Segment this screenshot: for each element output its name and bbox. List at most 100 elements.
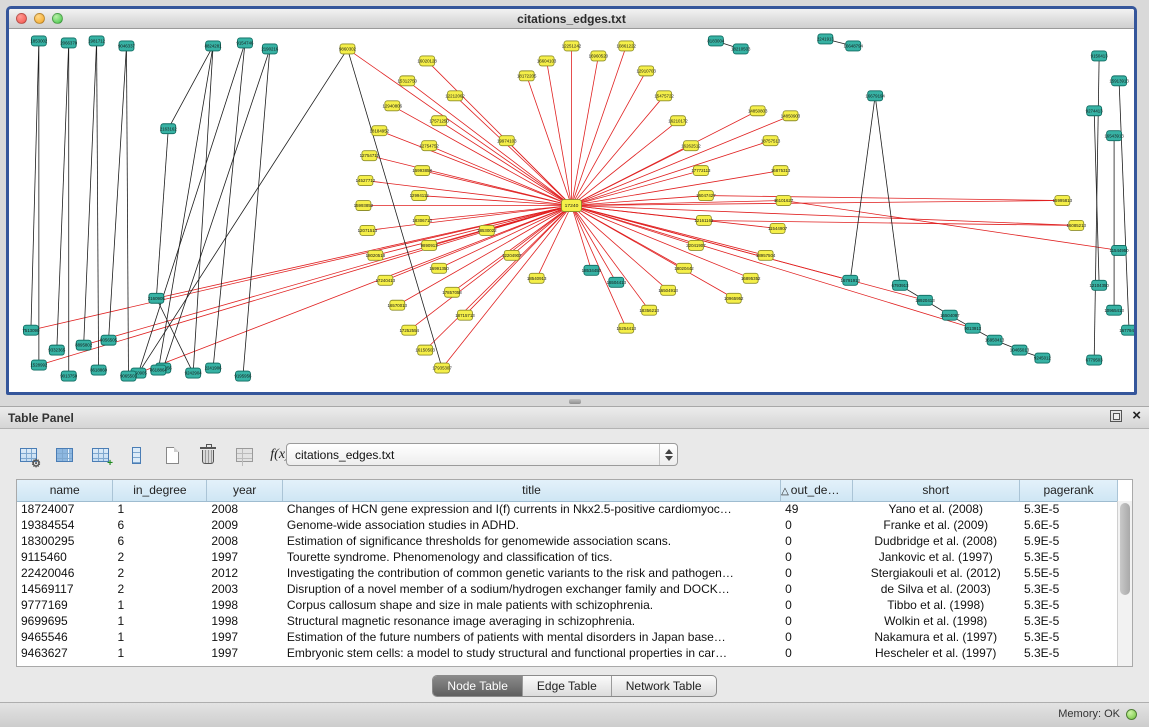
- graph-node[interactable]: 15475722: [654, 91, 674, 101]
- table-row[interactable]: 1872400712008Changes of HCN gene express…: [17, 501, 1118, 517]
- tab-network-table[interactable]: Network Table: [612, 676, 716, 696]
- graph-node[interactable]: 16085213: [1067, 220, 1087, 230]
- graph-node[interactable]: 17240413: [376, 275, 396, 285]
- graph-node[interactable]: 16991350: [429, 263, 449, 273]
- graph-node[interactable]: 17857058: [442, 287, 462, 297]
- graph-node[interactable]: 18540913: [527, 273, 547, 283]
- graph-node[interactable]: 6779503: [1086, 355, 1104, 365]
- graph-node[interactable]: 18920413: [915, 295, 935, 305]
- graph-node[interactable]: 9065503: [120, 371, 138, 381]
- graph-node[interactable]: 9890913: [421, 240, 439, 250]
- memory-ok-icon[interactable]: [1126, 709, 1137, 720]
- table-row[interactable]: 1830029562008Estimation of significance …: [17, 533, 1118, 549]
- graph-node[interactable]: 18184952: [370, 126, 390, 136]
- graph-node[interactable]: 18356213: [639, 305, 659, 315]
- graph-node[interactable]: 17935307: [432, 363, 452, 373]
- graph-node[interactable]: 16604103: [537, 56, 557, 66]
- graph-node[interactable]: 12212062: [445, 91, 465, 101]
- graph-node[interactable]: 12204907: [502, 250, 522, 260]
- graph-node[interactable]: 17772113: [691, 166, 711, 176]
- column-header-short[interactable]: short: [852, 480, 1019, 501]
- new-file-button[interactable]: [160, 443, 184, 467]
- graph-node[interactable]: 17240: [562, 200, 582, 212]
- graph-node[interactable]: 9274413: [1086, 106, 1104, 116]
- graph-node[interactable]: 8895802: [75, 340, 93, 350]
- graph-node[interactable]: 16570013: [388, 300, 408, 310]
- graph-node[interactable]: 19974103: [497, 136, 517, 146]
- graph-node[interactable]: 16150503: [415, 345, 435, 355]
- import-table-button[interactable]: [232, 443, 256, 467]
- table-row[interactable]: 2242004622012Investigating the contribut…: [17, 565, 1118, 581]
- graph-node[interactable]: 11544950: [1110, 245, 1130, 255]
- graph-node[interactable]: 18530022: [477, 225, 497, 235]
- graph-node[interactable]: 15913913: [1109, 76, 1129, 86]
- float-panel-icon[interactable]: [1110, 410, 1122, 422]
- graph-node[interactable]: 16504097: [940, 310, 960, 320]
- edit-table-button[interactable]: +: [88, 443, 112, 467]
- graph-node[interactable]: 14850903: [781, 111, 801, 121]
- graph-node[interactable]: 12071513: [358, 225, 378, 235]
- graph-node[interactable]: 2241913: [817, 34, 835, 44]
- graph-node[interactable]: 10465013: [1010, 345, 1030, 355]
- column-visibility-button[interactable]: [52, 443, 76, 467]
- graph-node[interactable]: 9154746: [236, 38, 254, 48]
- graph-node[interactable]: 16210172: [668, 116, 688, 126]
- graph-node[interactable]: 18210503: [731, 44, 751, 54]
- graph-node[interactable]: 9860302: [339, 44, 357, 54]
- graph-node[interactable]: 15993858: [412, 166, 432, 176]
- graph-node[interactable]: 14527712: [356, 176, 376, 186]
- graph-node[interactable]: 16504913: [658, 285, 678, 295]
- graph-node[interactable]: 16648794: [844, 41, 864, 51]
- close-panel-icon[interactable]: ×: [1132, 410, 1141, 422]
- tab-edge-table[interactable]: Edge Table: [523, 676, 612, 696]
- graph-node[interactable]: 16504413: [607, 277, 627, 287]
- column-header-out-de-[interactable]: △out_de…: [781, 480, 852, 501]
- graph-node[interactable]: 2163162: [160, 124, 178, 134]
- graph-node[interactable]: 2241906: [205, 363, 223, 373]
- graph-node[interactable]: 16779413: [1119, 325, 1134, 335]
- graph-node[interactable]: 16950413: [985, 335, 1005, 345]
- table-row[interactable]: 911546021997Tourette syndrome. Phenomeno…: [17, 549, 1118, 565]
- graph-node[interactable]: 12754712: [360, 151, 380, 161]
- graph-node[interactable]: 9242904: [185, 368, 203, 378]
- table-row[interactable]: 1938455462009Genome-wide association stu…: [17, 517, 1118, 533]
- graph-node[interactable]: 18020518: [366, 250, 386, 260]
- network-graph[interactable]: 1853002206637019817129046337882428191547…: [9, 29, 1134, 392]
- graph-node[interactable]: 9195956: [234, 371, 252, 381]
- graph-node[interactable]: 16875313: [771, 166, 791, 176]
- table-scrollbar[interactable]: [1117, 501, 1132, 666]
- graph-node[interactable]: 10965413: [1104, 305, 1124, 315]
- graph-node[interactable]: 16020128: [417, 56, 437, 66]
- graph-node[interactable]: 6793913: [892, 280, 910, 290]
- graph-node[interactable]: 2190216: [261, 44, 279, 54]
- graph-node[interactable]: 18757513: [761, 136, 781, 146]
- graph-node[interactable]: 12940806: [383, 101, 403, 111]
- graph-node[interactable]: 15312750: [398, 76, 418, 86]
- graph-node[interactable]: 15993852: [354, 201, 374, 211]
- graph-node[interactable]: 17571250: [429, 116, 449, 126]
- graph-node[interactable]: 12754752: [419, 141, 439, 151]
- graph-node[interactable]: 18306713: [412, 215, 432, 225]
- graph-node[interactable]: 9046337: [118, 41, 136, 51]
- graph-node[interactable]: 9013750: [60, 371, 78, 381]
- delete-button[interactable]: [196, 443, 220, 467]
- graph-node[interactable]: 15254413: [617, 323, 637, 333]
- graph-node[interactable]: 10861222: [617, 41, 637, 51]
- column-header-title[interactable]: title: [282, 480, 780, 501]
- graph-node[interactable]: 1528992: [30, 360, 48, 370]
- graph-node[interactable]: 12104350: [1089, 280, 1109, 290]
- graph-node[interactable]: 7513090: [22, 325, 40, 335]
- graph-node[interactable]: 12910703: [636, 66, 656, 76]
- graph-node[interactable]: 9245012: [1034, 353, 1052, 363]
- graph-node[interactable]: 2160905: [148, 293, 166, 303]
- column-header-in-degree[interactable]: in_degree: [113, 480, 207, 501]
- graph-node[interactable]: 1981712: [88, 36, 106, 46]
- graph-node[interactable]: 14850803: [748, 106, 768, 116]
- graph-node[interactable]: 9056505: [100, 335, 118, 345]
- graph-node[interactable]: 18715713: [455, 310, 475, 320]
- graph-node[interactable]: 18534455: [582, 265, 602, 275]
- table-header-row[interactable]: namein_degreeyeartitle△out_de…shortpager…: [17, 480, 1118, 501]
- row-tools-button[interactable]: [124, 443, 148, 467]
- graph-node[interactable]: 16262512: [681, 141, 701, 151]
- scrollbar-thumb[interactable]: [1120, 503, 1130, 595]
